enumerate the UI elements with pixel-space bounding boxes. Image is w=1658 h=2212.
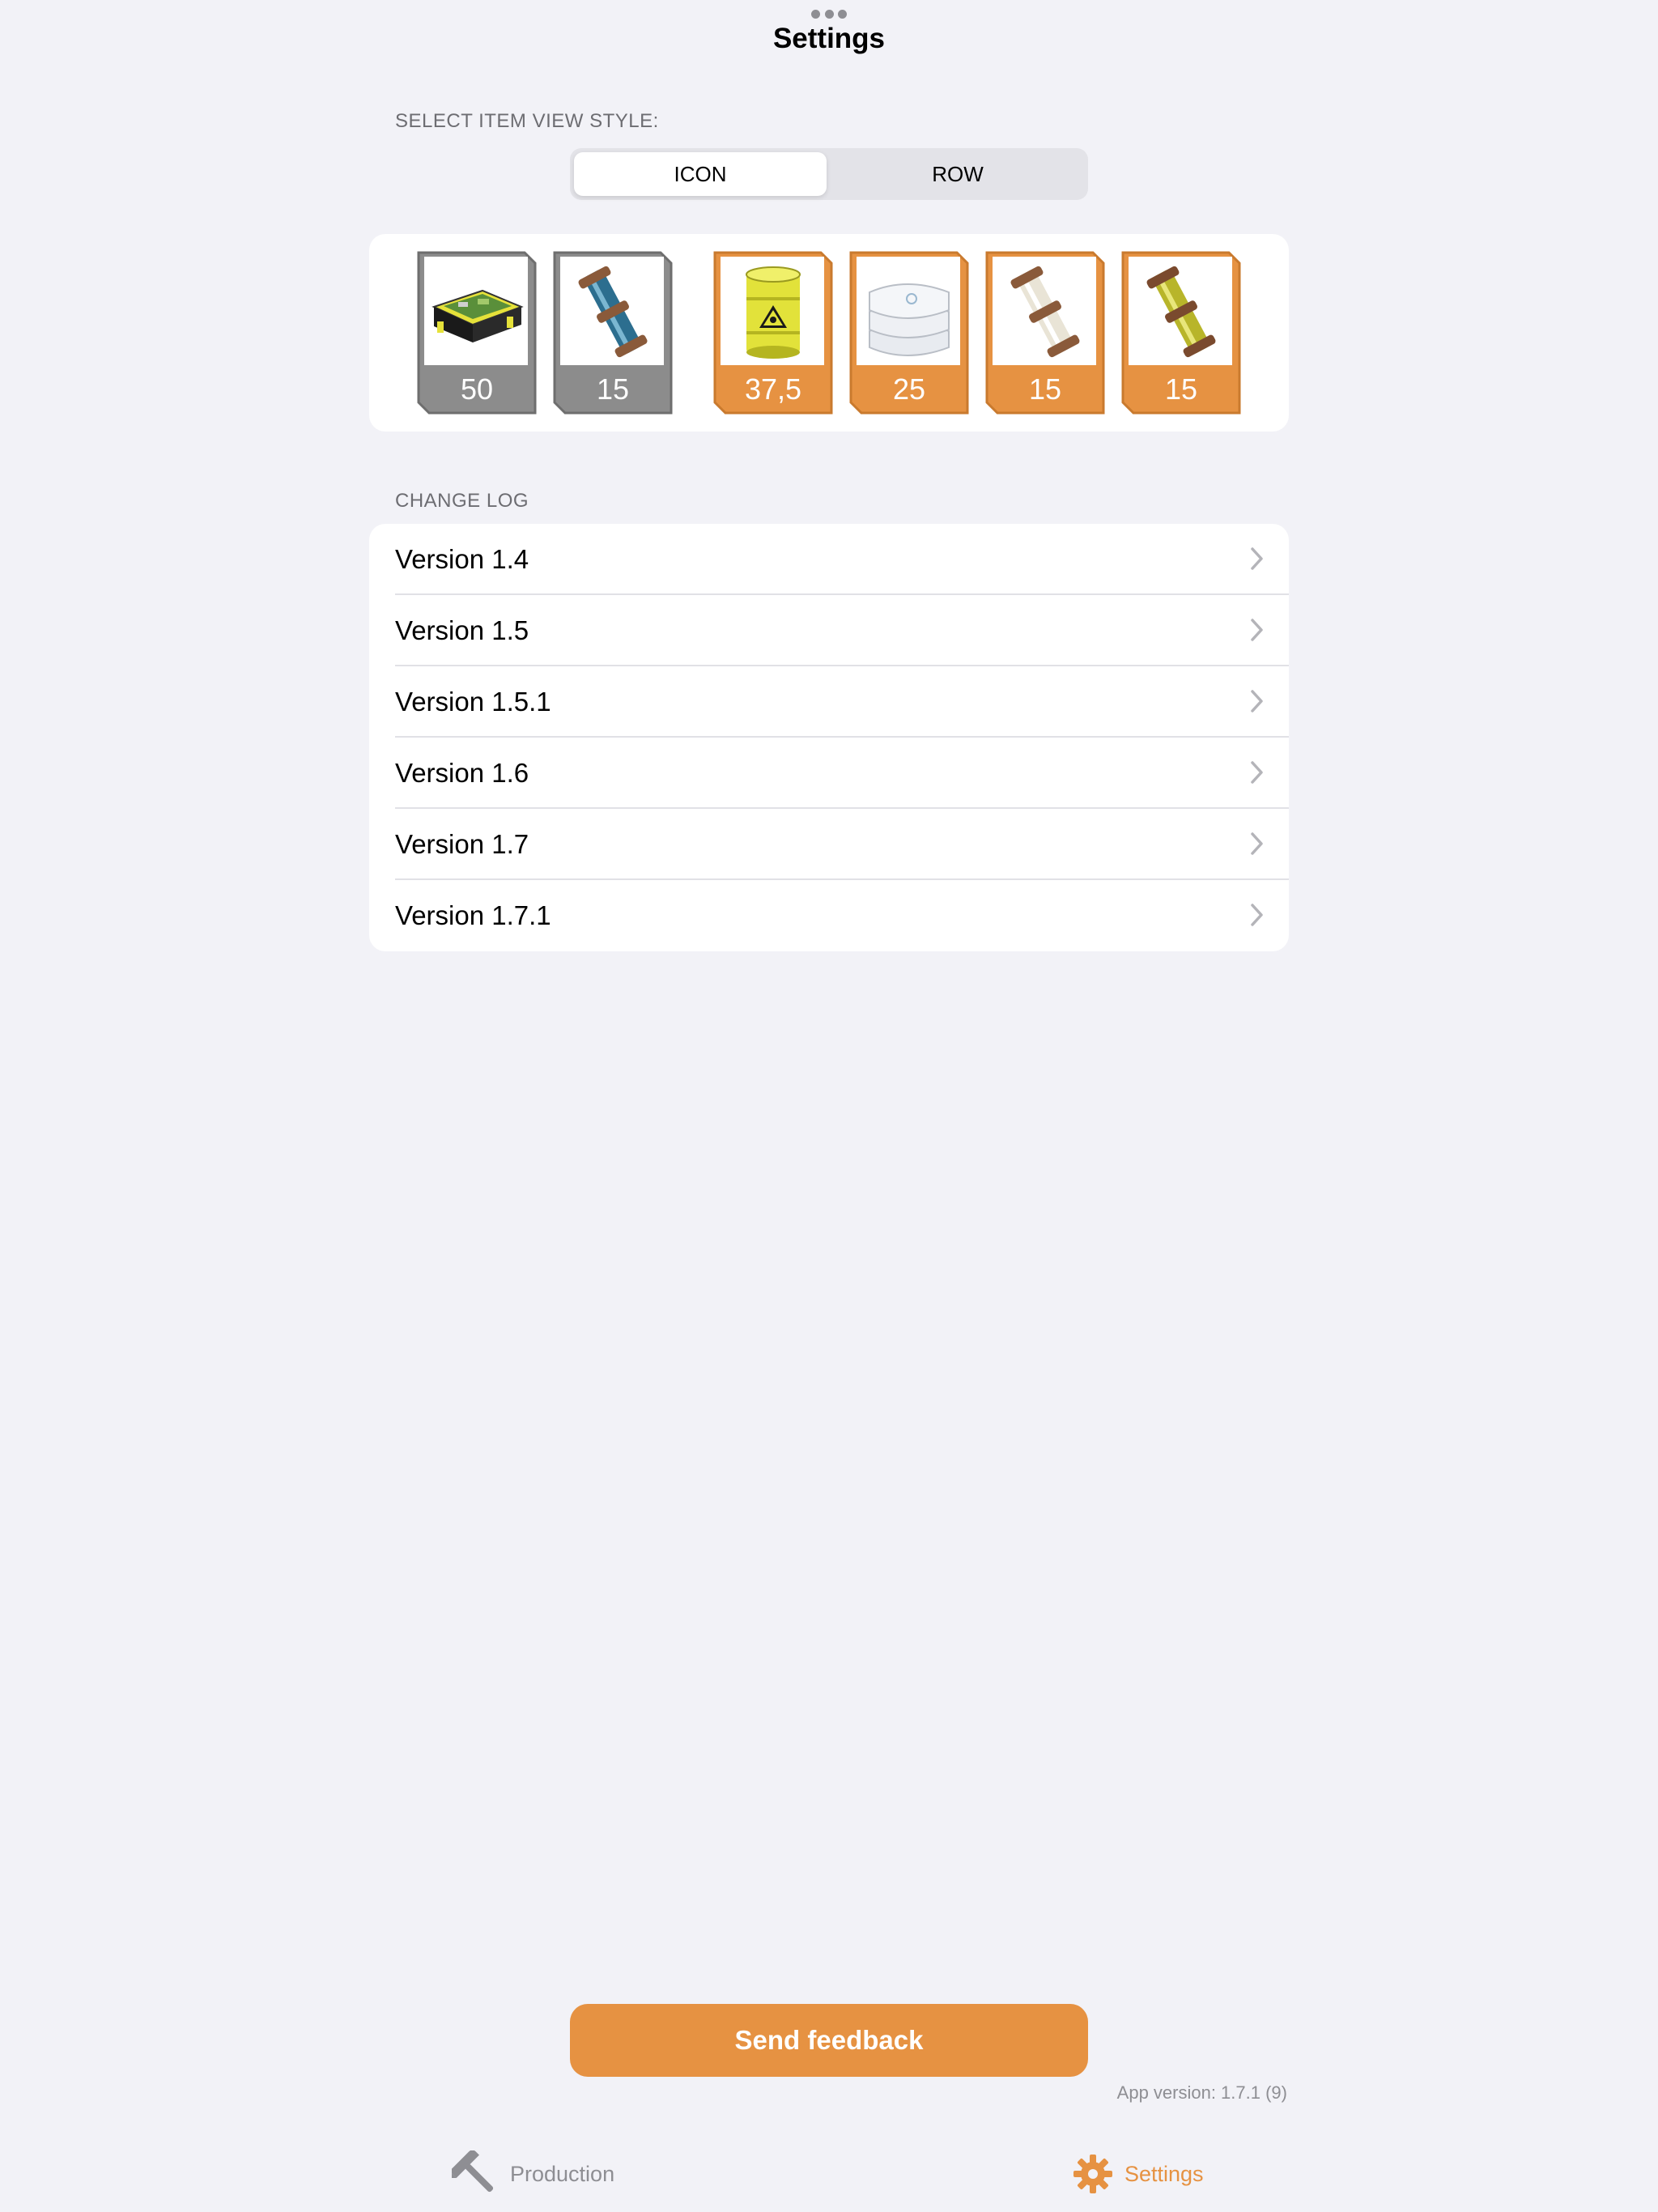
changelog-row-1-5[interactable]: Version 1.5: [369, 595, 1289, 666]
view-style-section-label: SELECT ITEM VIEW STYLE:: [395, 110, 659, 132]
blue-capsule-icon: [578, 266, 648, 358]
changelog-row-label: Version 1.5: [395, 615, 529, 645]
item-count: 15: [1028, 372, 1062, 406]
item-count: 15: [1164, 372, 1198, 406]
segment-icon[interactable]: ICON: [574, 152, 827, 196]
changelog-row-label: Version 1.5.1: [395, 687, 551, 717]
page-title: Settings: [772, 23, 886, 54]
tab-production-label: Production: [510, 2161, 615, 2186]
yellow-capsule-icon: [1146, 266, 1216, 358]
item-tile: 15: [984, 250, 1106, 415]
chevron-right-icon: [1251, 832, 1263, 855]
changelog-row-1-7[interactable]: Version 1.7: [369, 809, 1289, 880]
tab-production[interactable]: Production: [452, 2150, 614, 2198]
changelog-row-label: Version 1.4: [395, 544, 529, 574]
tab-settings-label: Settings: [1124, 2161, 1204, 2186]
chevron-right-icon: [1251, 761, 1263, 784]
view-style-segmented-control[interactable]: ICON ROW: [570, 148, 1088, 200]
item-preview-card: 50 15 37,5 25 15 15: [369, 234, 1289, 432]
item-tile: 50: [416, 250, 538, 415]
hammer-icon: [452, 2150, 494, 2193]
chevron-right-icon: [1251, 547, 1263, 570]
item-tile: 15: [552, 250, 674, 415]
app-version-text: App version: 1.7.1 (9): [1116, 2082, 1287, 2103]
item-count: 15: [596, 372, 630, 406]
changelog-section-label: CHANGE LOG: [395, 490, 529, 512]
item-tile: 15: [1120, 250, 1242, 415]
changelog-row-1-7-1[interactable]: Version 1.7.1: [369, 880, 1289, 951]
item-count: 50: [460, 372, 494, 406]
item-tile: 25: [848, 250, 970, 415]
changelog-row-1-6[interactable]: Version 1.6: [369, 738, 1289, 809]
item-count: 37,5: [744, 372, 802, 406]
segment-row[interactable]: ROW: [831, 152, 1084, 196]
circuit-board-crate-icon: [432, 289, 524, 342]
gear-icon: [1073, 2155, 1112, 2193]
item-tile: 37,5: [712, 250, 834, 415]
tab-settings[interactable]: Settings: [1073, 2150, 1204, 2198]
changelog-row-label: Version 1.6: [395, 758, 529, 788]
changelog-row-1-5-1[interactable]: Version 1.5.1: [369, 666, 1289, 738]
changelog-list: Version 1.4 Version 1.5 Version 1.5.1 Ve…: [369, 524, 1289, 951]
changelog-row-label: Version 1.7.1: [395, 900, 551, 930]
chevron-right-icon: [1251, 619, 1263, 641]
chevron-right-icon: [1251, 690, 1263, 713]
changelog-row-label: Version 1.7: [395, 829, 529, 859]
white-sacks-icon: [869, 283, 950, 356]
item-count: 25: [892, 372, 926, 406]
sheet-grabber[interactable]: [811, 10, 847, 21]
chevron-right-icon: [1251, 904, 1263, 926]
white-capsule-icon: [1010, 266, 1080, 358]
radioactive-barrel-icon: [746, 266, 801, 359]
changelog-row-1-4[interactable]: Version 1.4: [369, 524, 1289, 595]
send-feedback-button[interactable]: Send feedback: [570, 2004, 1088, 2077]
